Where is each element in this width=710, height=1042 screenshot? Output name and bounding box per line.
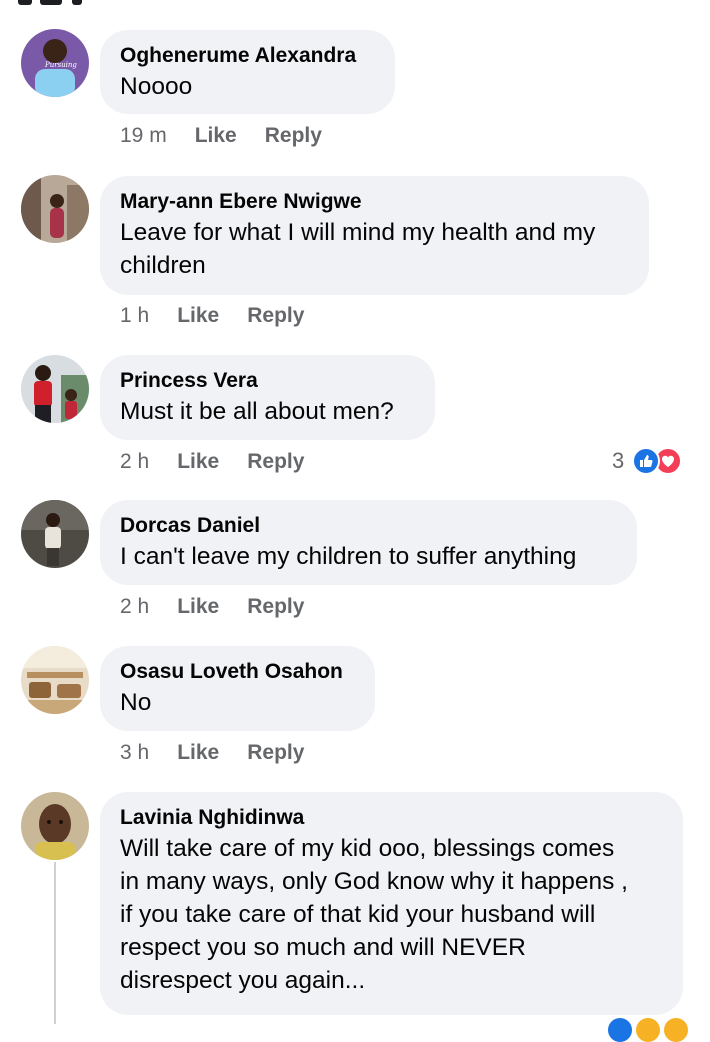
reply-button[interactable]: Reply (247, 450, 304, 474)
comment-actions: 1 h Like Reply (120, 304, 304, 328)
avatar[interactable] (21, 355, 89, 423)
haha-icon (636, 1018, 660, 1042)
comment-actions: 3 h Like Reply (120, 741, 304, 765)
like-button[interactable]: Like (195, 124, 237, 148)
reply-button[interactable]: Reply (247, 741, 304, 765)
comment-text: Must it be all about men? (120, 398, 394, 425)
comment-time[interactable]: 19 m (120, 124, 167, 148)
like-button[interactable]: Like (177, 595, 219, 619)
like-button[interactable]: Like (177, 304, 219, 328)
comment-actions: 2 h Like Reply (120, 450, 304, 474)
comment-author[interactable]: Lavinia Nghidinwa (120, 805, 663, 831)
svg-text:Pursuing: Pursuing (44, 61, 77, 69)
comment-author[interactable]: Osasu Loveth Osahon (120, 659, 355, 685)
reply-button[interactable]: Reply (265, 124, 322, 148)
comment-bubble: Princess Vera Must it be all about men? (100, 355, 435, 440)
comment-bubble: Oghenerume Alexandra Noooo (100, 30, 395, 114)
reply-button[interactable]: Reply (247, 304, 304, 328)
avatar[interactable] (21, 792, 89, 860)
like-button[interactable]: Like (177, 450, 219, 474)
reaction-summary[interactable]: 3 (612, 447, 683, 475)
comment-text: No (120, 689, 152, 716)
avatar[interactable] (21, 646, 89, 714)
reply-button[interactable]: Reply (247, 595, 304, 619)
comment-bubble: Osasu Loveth Osahon No (100, 646, 375, 731)
comment-author[interactable]: Mary-ann Ebere Nwigwe (120, 189, 629, 215)
care-icon (664, 1018, 688, 1042)
comment-time[interactable]: 2 h (120, 450, 149, 474)
avatar[interactable] (21, 500, 89, 568)
cropped-previous-content (0, 0, 710, 6)
reply-thread-line (54, 862, 56, 1024)
like-icon (632, 447, 661, 475)
comment-time[interactable]: 3 h (120, 741, 149, 765)
cropped-reaction-summary[interactable] (608, 1018, 692, 1042)
comment-text: I can't leave my children to suffer anyt… (120, 543, 577, 570)
comment-author[interactable]: Oghenerume Alexandra (120, 43, 375, 69)
comment-author[interactable]: Dorcas Daniel (120, 513, 617, 539)
comment-bubble: Lavinia Nghidinwa Will take care of my k… (100, 792, 683, 1015)
comment-text: Leave for what I will mind my health and… (120, 219, 596, 279)
comment-actions: 2 h Like Reply (120, 595, 304, 619)
comment-bubble: Dorcas Daniel I can't leave my children … (100, 500, 637, 585)
comment-text: Noooo (120, 73, 193, 100)
reaction-count: 3 (612, 448, 625, 473)
comment-time[interactable]: 2 h (120, 595, 149, 619)
comment-actions: 19 m Like Reply (120, 124, 322, 148)
comment-text: Will take care of my kid ooo, blessings … (120, 835, 628, 994)
comment-bubble: Mary-ann Ebere Nwigwe Leave for what I w… (100, 176, 649, 295)
avatar[interactable] (21, 175, 89, 243)
comment-time[interactable]: 1 h (120, 304, 149, 328)
comment-author[interactable]: Princess Vera (120, 368, 415, 394)
like-button[interactable]: Like (177, 741, 219, 765)
avatar[interactable]: Pursuing (21, 29, 89, 97)
like-icon (608, 1018, 632, 1042)
